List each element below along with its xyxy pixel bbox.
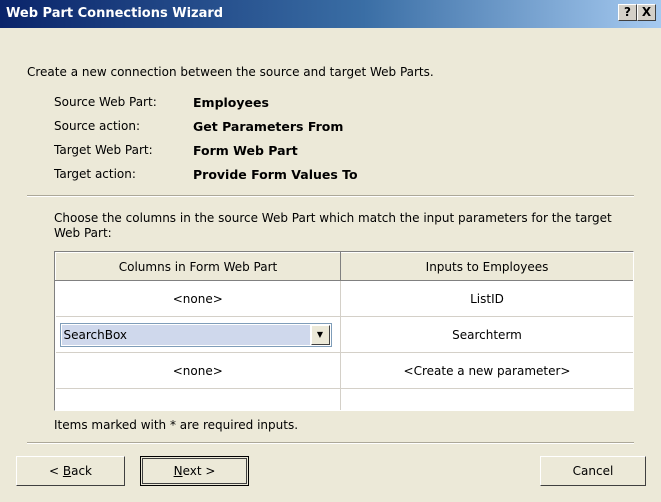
column-header-inputs[interactable]: Inputs to Employees bbox=[340, 252, 633, 281]
table-row: <none> <Create a new parameter> bbox=[55, 352, 633, 389]
target-action-value: Provide Form Values To bbox=[193, 167, 358, 182]
target-action-label: Target action: bbox=[54, 167, 136, 181]
column-cell[interactable] bbox=[55, 388, 341, 410]
input-cell bbox=[340, 388, 633, 410]
table-row: <none> ListID bbox=[55, 280, 633, 317]
source-action-label: Source action: bbox=[54, 119, 141, 133]
grid-header-row: Columns in Form Web Part Inputs to Emplo… bbox=[55, 252, 633, 281]
source-web-part-label: Source Web Part: bbox=[54, 95, 157, 109]
instruction-text: Choose the columns in the source Web Par… bbox=[54, 211, 612, 240]
target-web-part-value: Form Web Part bbox=[193, 143, 298, 158]
close-button[interactable]: X bbox=[637, 4, 656, 21]
mapping-grid: Columns in Form Web Part Inputs to Emplo… bbox=[54, 251, 634, 411]
column-cell[interactable]: <none> bbox=[55, 280, 341, 317]
back-button[interactable]: < Back bbox=[16, 456, 125, 486]
next-mnemonic: N bbox=[173, 464, 183, 478]
source-action-value: Get Parameters From bbox=[193, 119, 344, 134]
next-button[interactable]: Next > bbox=[140, 456, 249, 486]
input-cell: ListID bbox=[340, 280, 633, 317]
column-cell: SearchBox ▼ bbox=[55, 316, 341, 353]
input-cell: Searchterm bbox=[340, 316, 633, 353]
back-label: ack bbox=[71, 464, 92, 478]
table-row: SearchBox ▼ Searchterm bbox=[55, 316, 633, 353]
back-mnemonic: B bbox=[62, 464, 72, 478]
next-label: ext > bbox=[182, 464, 216, 478]
column-dropdown[interactable]: SearchBox ▼ bbox=[59, 322, 332, 347]
source-web-part-value: Employees bbox=[193, 95, 269, 110]
table-row bbox=[55, 388, 633, 410]
column-header-form-columns[interactable]: Columns in Form Web Part bbox=[55, 252, 341, 281]
separator bbox=[27, 442, 634, 444]
back-prefix: < bbox=[48, 464, 63, 478]
dropdown-selected-value: SearchBox bbox=[61, 324, 310, 345]
wizard-dialog: Web Part Connections Wizard ? X Create a… bbox=[0, 0, 661, 502]
intro-text: Create a new connection between the sour… bbox=[27, 65, 434, 79]
required-note: Items marked with * are required inputs. bbox=[54, 418, 299, 432]
separator bbox=[27, 195, 634, 197]
column-cell[interactable]: <none> bbox=[55, 352, 341, 389]
title-bar: Web Part Connections Wizard ? X bbox=[0, 0, 661, 28]
input-cell: <Create a new parameter> bbox=[340, 352, 633, 389]
help-button[interactable]: ? bbox=[618, 4, 637, 21]
target-web-part-label: Target Web Part: bbox=[54, 143, 153, 157]
window-title: Web Part Connections Wizard bbox=[6, 6, 224, 21]
dropdown-arrow-icon[interactable]: ▼ bbox=[310, 324, 330, 345]
cancel-button[interactable]: Cancel bbox=[540, 456, 646, 486]
